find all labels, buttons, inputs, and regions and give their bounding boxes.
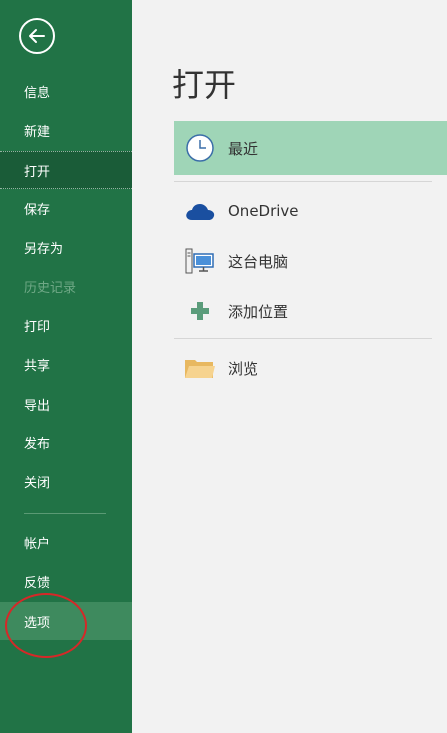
nav-save-as[interactable]: 另存为 (0, 228, 132, 266)
sidebar-divider (24, 513, 106, 514)
nav-export[interactable]: 导出 (0, 385, 132, 423)
location-add-place[interactable]: 添加位置 (174, 286, 447, 336)
location-label: 这台电脑 (228, 252, 289, 271)
nav-publish[interactable]: 发布 (0, 423, 132, 461)
nav-close[interactable]: 关闭 (0, 462, 132, 500)
separator (174, 181, 432, 182)
nav-new[interactable]: 新建 (0, 111, 132, 149)
nav-print[interactable]: 打印 (0, 306, 132, 344)
location-browse[interactable]: 浏览 (174, 343, 447, 393)
nav-account[interactable]: 帐户 (0, 523, 132, 561)
nav-options[interactable]: 选项 (0, 602, 132, 640)
location-this-pc[interactable]: 这台电脑 (174, 236, 447, 286)
nav-open[interactable]: 打开 (0, 151, 132, 189)
nav-share[interactable]: 共享 (0, 345, 132, 383)
separator (174, 338, 432, 339)
page-title: 打开 (172, 66, 237, 104)
location-label: 浏览 (228, 359, 259, 378)
open-panel: 打开 最近 OneDrive 这台电脑 添加位置 浏览 (132, 0, 447, 733)
cloud-icon (178, 200, 222, 222)
arrow-left-icon (29, 29, 45, 43)
location-recent[interactable]: 最近 (174, 121, 447, 175)
location-label: OneDrive (228, 202, 299, 220)
computer-icon (178, 246, 222, 276)
nav-info[interactable]: 信息 (0, 72, 132, 110)
nav-history: 历史记录 (24, 280, 77, 296)
backstage-sidebar: 信息 新建 打开 保存 另存为 历史记录 打印 共享 导出 发布 关闭 帐户 反… (0, 0, 132, 733)
nav-save[interactable]: 保存 (0, 189, 132, 227)
clock-icon (178, 133, 222, 163)
back-button[interactable] (19, 18, 55, 54)
nav-feedback[interactable]: 反馈 (0, 562, 132, 600)
location-onedrive[interactable]: OneDrive (174, 186, 447, 236)
plus-icon (178, 301, 222, 321)
location-label: 添加位置 (228, 302, 289, 321)
folder-icon (178, 356, 222, 380)
location-label: 最近 (228, 139, 259, 158)
